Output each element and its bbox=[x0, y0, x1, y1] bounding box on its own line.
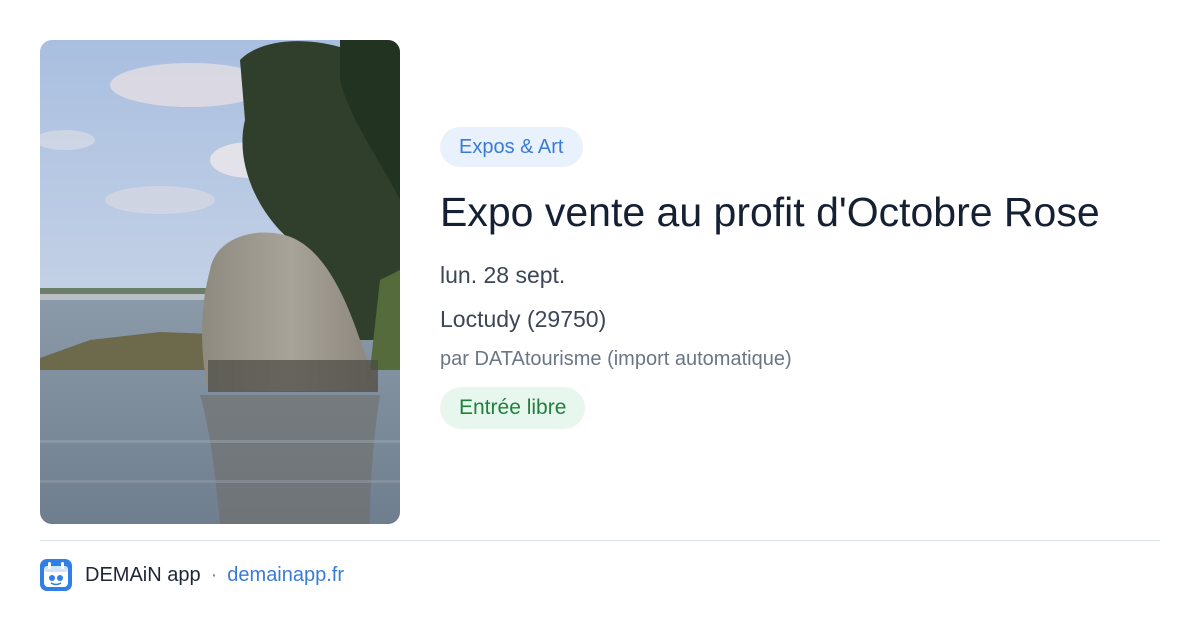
event-photo bbox=[40, 40, 400, 524]
footer-divider bbox=[40, 540, 1160, 541]
footer-separator: · bbox=[210, 563, 218, 586]
event-author: par DATAtourisme (import automatique) bbox=[440, 348, 792, 370]
app-name: DEMAiN app bbox=[85, 563, 201, 586]
price-badge: Entrée libre bbox=[440, 387, 586, 429]
event-info: Expos & Art Expo vente au profit d'Octob… bbox=[440, 127, 1180, 429]
event-location: Loctudy (29750) bbox=[440, 306, 607, 332]
demain-app-icon bbox=[40, 559, 72, 591]
app-domain-link[interactable]: demainapp.fr bbox=[227, 564, 344, 587]
event-share-card: Expos & Art Expo vente au profit d'Octob… bbox=[0, 0, 1200, 630]
category-badge[interactable]: Expos & Art bbox=[440, 127, 583, 167]
event-date: lun. 28 sept. bbox=[440, 262, 566, 288]
footer: DEMAiN app · demainapp.fr bbox=[40, 558, 344, 592]
event-title: Expo vente au profit d'Octobre Rose bbox=[440, 189, 1100, 235]
